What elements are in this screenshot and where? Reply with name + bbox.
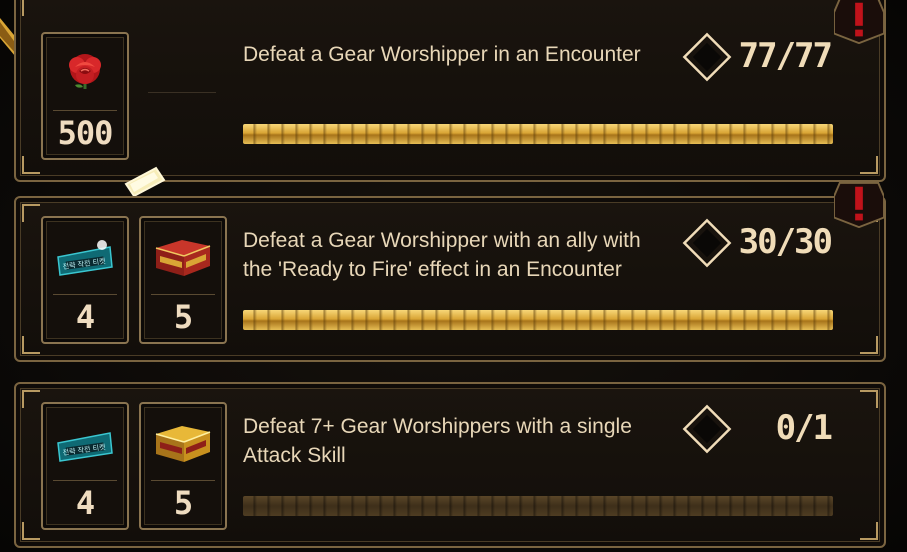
diamond-icon (681, 217, 733, 269)
reward-slot[interactable]: 전략 작전 티켓 4 (41, 216, 129, 344)
exclamation-icon (834, 0, 884, 44)
reward-count: 500 (57, 114, 114, 152)
rose-icon (69, 54, 101, 89)
progress-bar (243, 310, 833, 330)
progress-count: 0/1 (775, 408, 833, 448)
reward-count: 4 (75, 484, 95, 522)
reward-count: 5 (173, 484, 193, 522)
progress-bar-fill (243, 124, 833, 144)
progress-count: 77/77 (738, 36, 833, 76)
progress-count: 30/30 (738, 222, 833, 262)
reward-slot[interactable]: 전략 작전 티켓 4 (41, 402, 129, 530)
reward-slot[interactable]: 5 (139, 402, 227, 530)
diamond-icon (681, 403, 733, 455)
progress-bar-fill (243, 310, 833, 330)
gold-chest-icon (155, 426, 211, 462)
mission-card[interactable] (14, 0, 886, 182)
reward-count: 4 (75, 298, 95, 336)
scroll-icon (124, 166, 166, 198)
mission-description: Defeat a Gear Worshipper in an Encounter (243, 43, 641, 66)
reward-slot[interactable]: 5 (139, 216, 227, 344)
red-chest-icon (155, 240, 211, 276)
mission-list: 500 Defeat a Gear Worshipper in an Encou… (0, 0, 907, 552)
ticket-icon: 전략 작전 티켓 (57, 432, 113, 462)
ticket-icon: 전략 작전 티켓 (57, 240, 113, 276)
progress-bar (243, 496, 833, 516)
reward-slot[interactable]: 500 (41, 32, 129, 160)
diamond-icon (681, 31, 733, 83)
exclamation-icon (834, 182, 884, 228)
mission-description: Defeat 7+ Gear Worshippers with a single… (243, 415, 632, 467)
mission-description: Defeat a Gear Worshipper with an ally wi… (243, 229, 641, 281)
reward-count: 5 (173, 298, 193, 336)
progress-bar (243, 124, 833, 144)
